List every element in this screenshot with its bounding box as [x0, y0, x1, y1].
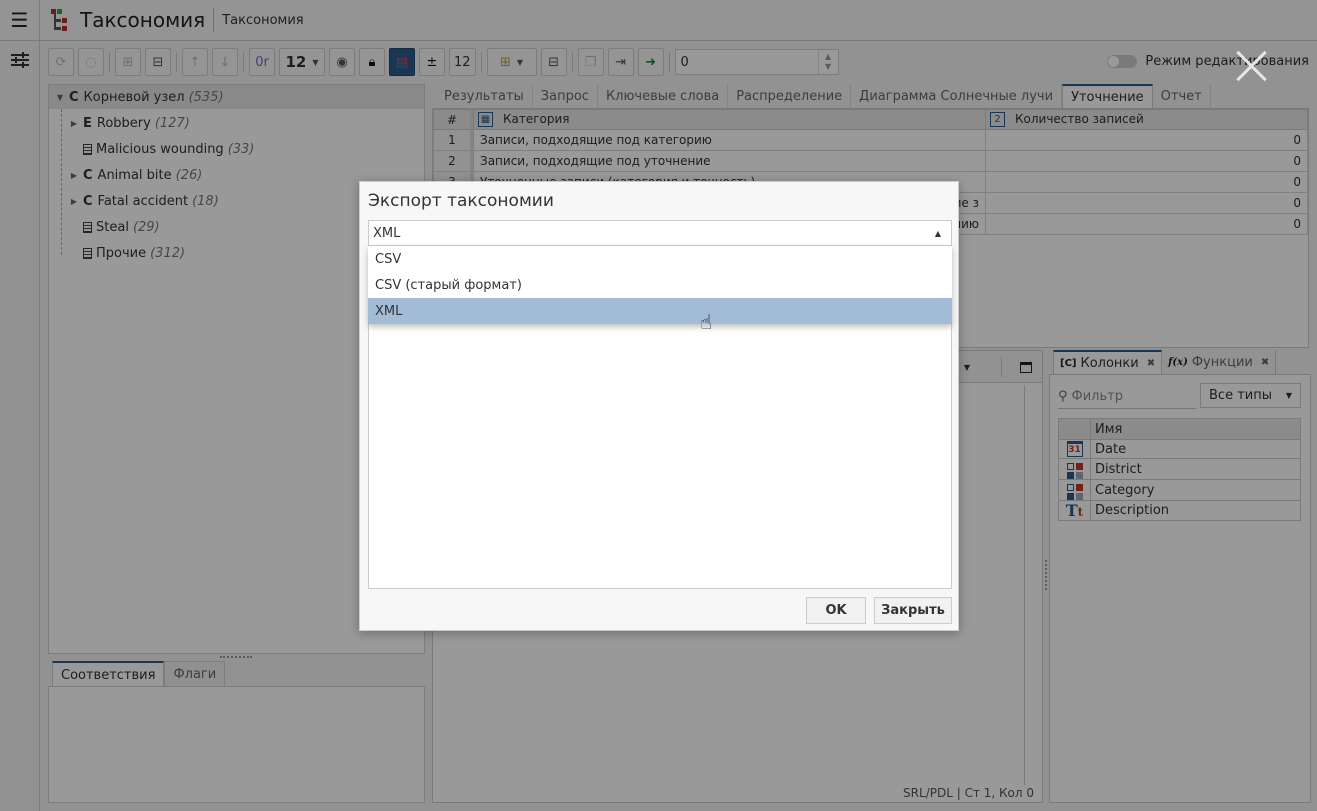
close-button[interactable]: Закрыть: [874, 597, 952, 624]
format-option-csv-old[interactable]: CSV (старый формат): [368, 272, 952, 298]
export-taxonomy-dialog: Экспорт таксономии XML ▲ CSV CSV (старый…: [359, 181, 959, 631]
close-overlay-icon[interactable]: [1234, 48, 1270, 84]
chevron-up-icon: ▲: [934, 228, 941, 238]
format-select-value: XML: [373, 225, 401, 241]
format-dropdown-menu: CSV CSV (старый формат) XML: [368, 246, 952, 324]
hand-pointer-cursor-icon: ☝: [700, 310, 713, 334]
format-option-xml[interactable]: XML: [368, 298, 952, 324]
format-option-csv[interactable]: CSV: [368, 246, 952, 272]
ok-button[interactable]: OK: [806, 597, 866, 624]
dialog-title: Экспорт таксономии: [368, 191, 554, 211]
format-select[interactable]: XML ▲: [368, 220, 952, 246]
